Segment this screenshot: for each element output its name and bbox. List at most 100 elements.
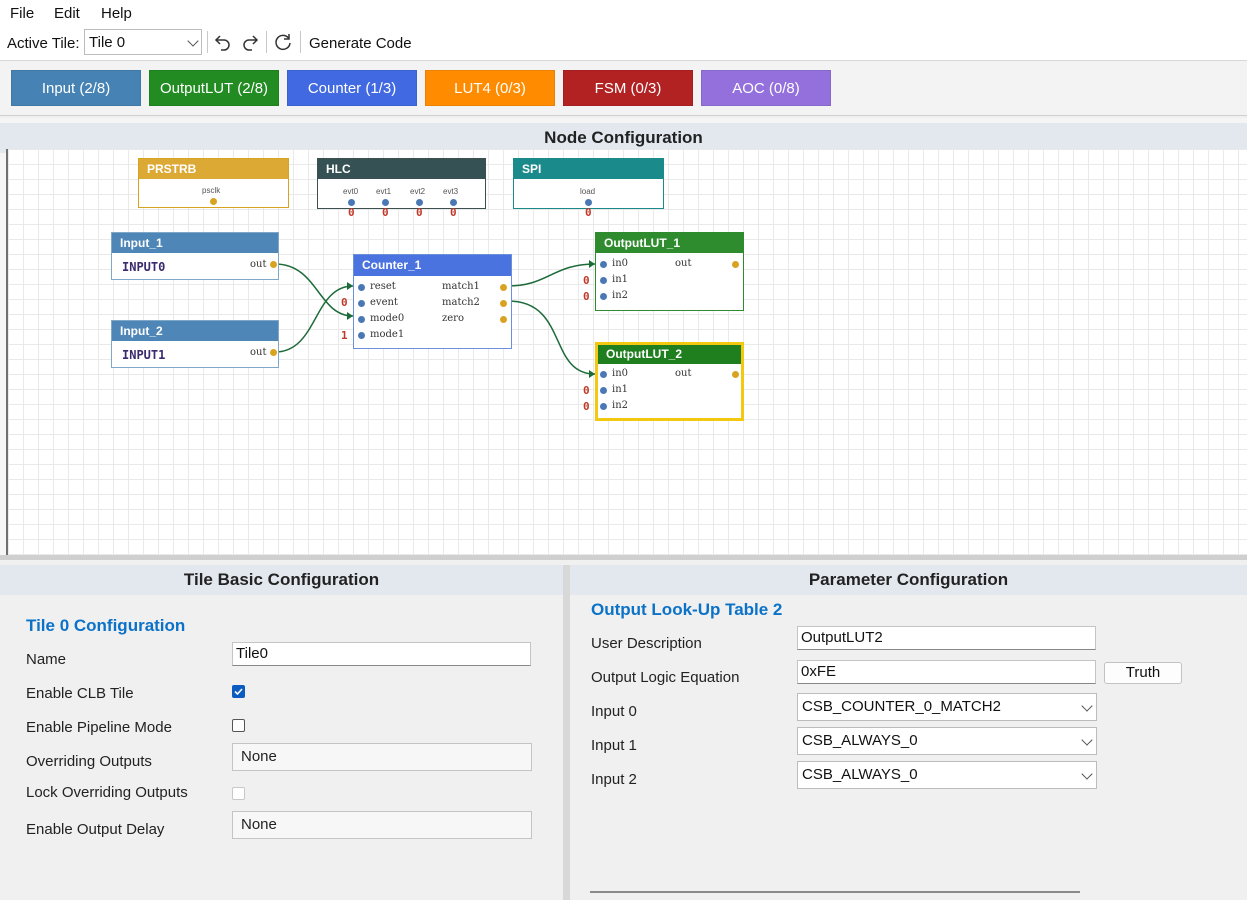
port-evt1[interactable] xyxy=(382,199,389,206)
category-aoc-button[interactable]: AOC (0/8) xyxy=(701,70,831,106)
port-value: 0 xyxy=(416,206,423,219)
node-prstrb[interactable]: PRSTRB psclk xyxy=(138,158,289,208)
port-value: 1 xyxy=(341,329,348,342)
tile-basic-configuration-panel: Tile Basic Configuration Tile 0 Configur… xyxy=(0,565,564,900)
category-counter-button[interactable]: Counter (1/3) xyxy=(287,70,417,106)
chevron-down-icon xyxy=(187,35,199,47)
port-out[interactable] xyxy=(270,349,277,356)
node-spi[interactable]: SPI load xyxy=(513,158,664,209)
port-out[interactable] xyxy=(270,261,277,268)
name-field[interactable]: Tile0 xyxy=(232,642,531,666)
node-title: Counter_1 xyxy=(354,255,511,276)
port-mode1[interactable] xyxy=(358,332,365,339)
port-psclk[interactable] xyxy=(210,198,217,205)
user-description-label: User Description xyxy=(591,635,702,652)
port-label: psclk xyxy=(202,186,221,195)
node-canvas[interactable]: PRSTRB psclk HLC evt0 evt1 evt2 evt3 0 0… xyxy=(6,149,1247,555)
port-match2[interactable] xyxy=(500,300,507,307)
port-in1[interactable] xyxy=(600,277,607,284)
menu-help[interactable]: Help xyxy=(101,5,132,22)
pipeline-mode-checkbox[interactable] xyxy=(232,719,245,732)
input-signal-name: INPUT1 xyxy=(122,348,166,362)
port-label: load xyxy=(580,187,596,196)
node-input-2[interactable]: Input_2 INPUT1 out xyxy=(111,320,279,368)
toolbar-divider xyxy=(207,31,208,53)
port-label: evt1 xyxy=(376,187,392,196)
output-delay-field[interactable]: None xyxy=(232,811,532,839)
input-2-value: CSB_ALWAYS_0 xyxy=(802,766,918,783)
port-label: in2 xyxy=(612,290,629,301)
undo-icon[interactable] xyxy=(212,31,234,53)
node-outputlut-1[interactable]: OutputLUT_1 in0 in1 in2 out xyxy=(595,232,744,311)
menu-edit[interactable]: Edit xyxy=(54,5,80,22)
port-in0[interactable] xyxy=(600,261,607,268)
port-in2[interactable] xyxy=(600,293,607,300)
overriding-outputs-label: Overriding Outputs xyxy=(26,753,152,770)
category-outputlut-button[interactable]: OutputLUT (2/8) xyxy=(149,70,279,106)
refresh-icon[interactable] xyxy=(272,31,294,53)
input-1-select[interactable]: CSB_ALWAYS_0 xyxy=(797,727,1097,755)
category-lut4-button[interactable]: LUT4 (0/3) xyxy=(425,70,555,106)
name-label: Name xyxy=(26,651,67,668)
category-fsm-button[interactable]: FSM (0/3) xyxy=(563,70,693,106)
node-title: PRSTRB xyxy=(139,159,288,179)
port-value: 0 xyxy=(348,206,355,219)
port-evt3[interactable] xyxy=(450,199,457,206)
port-value: 0 xyxy=(341,296,348,309)
port-evt2[interactable] xyxy=(416,199,423,206)
node-title: OutputLUT_1 xyxy=(596,233,743,253)
port-label: in1 xyxy=(612,384,629,395)
port-label: match1 xyxy=(442,281,480,292)
port-value: 0 xyxy=(583,384,590,397)
input-2-select[interactable]: CSB_ALWAYS_0 xyxy=(797,761,1097,789)
scrollbar-thumb[interactable] xyxy=(590,891,1080,893)
logic-equation-label: Output Logic Equation xyxy=(591,669,740,686)
node-counter-1[interactable]: Counter_1 reset event mode0 mode1 match1… xyxy=(353,254,512,349)
enable-clb-checkbox[interactable] xyxy=(232,685,245,698)
port-match1[interactable] xyxy=(500,284,507,291)
node-hlc[interactable]: HLC evt0 evt1 evt2 evt3 xyxy=(317,158,486,209)
parameter-configuration-title: Parameter Configuration xyxy=(570,565,1247,595)
generate-code-button[interactable]: Generate Code xyxy=(309,35,412,52)
node-title: SPI xyxy=(514,159,663,179)
node-input-1[interactable]: Input_1 INPUT0 out xyxy=(111,232,279,280)
port-in2[interactable] xyxy=(600,403,607,410)
port-label: in2 xyxy=(612,400,629,411)
chevron-down-icon xyxy=(1081,768,1093,780)
port-load[interactable] xyxy=(585,199,592,206)
logic-equation-field[interactable]: 0xFE xyxy=(797,660,1096,684)
port-in1[interactable] xyxy=(600,387,607,394)
port-event[interactable] xyxy=(358,300,365,307)
node-outputlut-2[interactable]: OutputLUT_2 in0 in1 in2 out xyxy=(595,342,744,421)
panel-splitter[interactable] xyxy=(0,555,1247,560)
overriding-outputs-field[interactable]: None xyxy=(232,743,532,771)
user-description-field[interactable]: OutputLUT2 xyxy=(797,626,1096,650)
port-evt0[interactable] xyxy=(348,199,355,206)
port-value: 0 xyxy=(450,206,457,219)
menu-file[interactable]: File xyxy=(10,5,34,22)
port-in0[interactable] xyxy=(600,371,607,378)
input-0-select[interactable]: CSB_COUNTER_0_MATCH2 xyxy=(797,693,1097,721)
horizontal-scrollbar[interactable] xyxy=(570,883,1247,900)
port-value: 0 xyxy=(583,274,590,287)
active-tile-value: Tile 0 xyxy=(89,34,126,51)
port-out[interactable] xyxy=(732,261,739,268)
truth-button[interactable]: Truth xyxy=(1104,662,1182,684)
node-title: Input_1 xyxy=(112,233,278,253)
chevron-down-icon xyxy=(1081,734,1093,746)
port-reset[interactable] xyxy=(358,284,365,291)
input-signal-name: INPUT0 xyxy=(122,260,166,274)
active-tile-select[interactable]: Tile 0 xyxy=(84,29,202,55)
redo-icon[interactable] xyxy=(239,31,261,53)
output-delay-label: Enable Output Delay xyxy=(26,821,165,838)
toolbar-divider xyxy=(300,31,301,53)
lock-overriding-checkbox[interactable] xyxy=(232,787,245,800)
port-label: mode0 xyxy=(370,313,405,324)
port-zero[interactable] xyxy=(500,316,507,323)
vertical-splitter[interactable] xyxy=(563,565,570,900)
parameter-configuration-panel: Parameter Configuration Output Look-Up T… xyxy=(570,565,1247,900)
category-input-button[interactable]: Input (2/8) xyxy=(11,70,141,106)
port-label: in0 xyxy=(612,258,629,269)
port-mode0[interactable] xyxy=(358,316,365,323)
port-out[interactable] xyxy=(732,371,739,378)
